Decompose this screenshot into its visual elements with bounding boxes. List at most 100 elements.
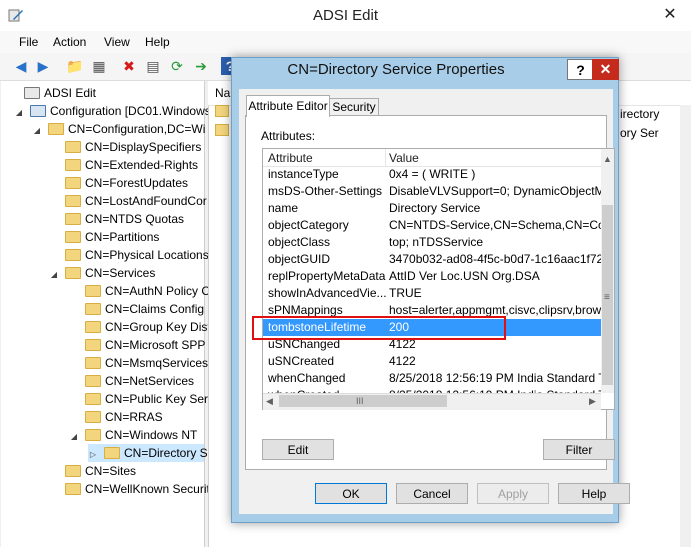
tree-node[interactable]: CN=Physical Locations [49,246,209,264]
tree-node[interactable]: CN=Sites [49,462,136,480]
folder-icon [85,321,101,333]
attribute-row[interactable]: showInAdvancedVie... TRUE [263,285,601,302]
show-hide-console-tree-icon[interactable]: ▦ [90,57,108,75]
folder-icon [65,231,81,243]
column-value[interactable]: Value [389,151,419,165]
attribute-row[interactable]: whenChanged 8/25/2018 12:56:19 PM India S… [263,370,601,387]
help-button[interactable]: Help [558,483,630,504]
dialog-close-button[interactable]: ✕ [592,59,619,80]
folder-icon [65,249,81,261]
tab-attribute-editor[interactable]: Attribute Editor [246,95,330,117]
tree-node-label: CN=Physical Locations [85,248,209,262]
tree-node[interactable]: CN=LostAndFoundCor [49,192,207,210]
expander-icon[interactable]: ◢ [49,266,59,284]
column-divider[interactable] [385,149,386,166]
tree-node[interactable]: CN=DisplaySpecifiers [49,138,201,156]
attribute-row[interactable]: objectClass top; nTDSService [263,234,601,251]
attribute-value: 0x4 = ( WRITE ) [389,167,476,181]
attribute-row[interactable]: instanceType 0x4 = ( WRITE ) [263,166,601,183]
folder-icon [65,465,81,477]
apply-button[interactable]: Apply [477,483,549,504]
forward-arrow-icon[interactable]: ▶ [34,57,52,75]
tree-node-label: CN=Extended-Rights [85,158,199,172]
tree-node-label: Configuration [DC01.Windows [50,104,211,118]
expander-icon[interactable]: ◢ [32,122,42,140]
scroll-up-arrow-icon[interactable]: ▲ [603,154,612,164]
scroll-right-arrow-icon[interactable]: ▶ [589,396,596,407]
attribute-row[interactable]: name Directory Service [263,200,601,217]
tree-node-label: CN=NTDS Quotas [85,212,185,226]
back-arrow-icon[interactable]: ◀ [12,57,30,75]
tree-node[interactable]: CN=RRAS [69,408,163,426]
tree-node[interactable]: CN=ForestUpdates [49,174,188,192]
tree-node[interactable]: CN=NetServices [69,372,194,390]
ok-button[interactable]: OK [315,483,387,504]
attribute-row[interactable]: objectCategory CN=NTDS-Service,CN=Schema,… [263,217,601,234]
tree-node[interactable]: CN=MsmqServices [69,354,208,372]
tree-node-label: CN=Directory S [124,446,208,460]
attribute-row[interactable]: msDS-Other-Settings DisableVLVSupport=0; … [263,183,601,200]
tree-node-label: CN=Services [85,266,156,280]
cancel-button[interactable]: Cancel [396,483,468,504]
tree-node[interactable]: CN=Partitions [49,228,159,246]
scroll-left-arrow-icon[interactable]: ◀ [266,396,273,407]
expander-icon[interactable]: ◢ [14,104,24,122]
dialog-title: CN=Directory Service Properties [287,61,505,78]
export-list-icon[interactable]: ➔ [192,57,210,75]
folder-icon [104,447,120,459]
tree-node[interactable]: ◢ Configuration [DC01.Windows [14,102,211,120]
details-item[interactable]: ory Ser [620,126,659,140]
tree-node[interactable]: CN=Group Key Dist [69,318,211,336]
folder-icon [215,124,229,136]
menu-view[interactable]: View [104,35,130,49]
folder-icon [85,411,101,423]
menu-help[interactable]: Help [145,35,170,49]
tree-node[interactable]: CN=Claims Config [69,300,204,318]
refresh-icon[interactable]: ⟳ [168,57,186,75]
attribute-row[interactable]: replPropertyMetaData AttID Ver Loc.USN Or… [263,268,601,285]
tree-node[interactable]: ◢ CN=Services [49,264,155,282]
details-scrollbar[interactable] [680,105,691,547]
attribute-name: instanceType [268,167,339,181]
attribute-name: whenChanged [268,371,346,385]
window-close-button[interactable]: ✕ [656,4,684,26]
details-column-name[interactable]: Na [215,86,230,100]
tree-node[interactable]: CN=Public Key Serv [69,390,214,408]
hscroll-grip-icon: III [356,396,364,406]
up-folder-icon[interactable]: 📁 [66,57,84,75]
tree-node-label: ADSI Edit [44,86,97,100]
attribute-row[interactable]: objectGUID 3470b032-ad08-4f5c-b0d7-1c16aa… [263,251,601,268]
column-attribute[interactable]: Attribute [268,151,313,165]
folder-icon [85,375,101,387]
menu-action[interactable]: Action [53,35,86,49]
tree-node-label: CN=Sites [85,464,137,478]
attribute-value: 4122 [389,354,416,368]
tree-node-label: CN=DisplaySpecifiers [85,140,202,154]
tree-node[interactable]: CN=Microsoft SPP [69,336,205,354]
folder-icon [85,393,101,405]
filter-button[interactable]: Filter [543,439,615,460]
expander-icon[interactable]: ◢ [69,428,79,446]
tree-node[interactable]: CN=NTDS Quotas [49,210,184,228]
tree-node-label: CN=Windows NT [105,428,198,442]
dialog-help-button[interactable]: ? [567,59,594,80]
tree-node[interactable]: CN=Extended-Rights [49,156,198,174]
folder-icon [85,303,101,315]
tree-node[interactable]: ▷ CN=Directory S [88,444,208,462]
attribute-name: showInAdvancedVie... [268,286,386,300]
tree-node[interactable]: CN=AuthN Policy C [69,282,210,300]
tree-node[interactable]: ADSI Edit [8,84,96,102]
edit-button[interactable]: Edit [262,439,334,460]
tree-node[interactable]: ◢ CN=Windows NT [69,426,197,444]
tree-node[interactable]: CN=WellKnown Securit [49,480,210,498]
tree-node-label: CN=Partitions [85,230,160,244]
menu-file[interactable]: File [19,35,38,49]
tree-node[interactable]: ◢ CN=Configuration,DC=Wi [32,120,205,138]
attribute-name: name [268,201,299,215]
attribute-value: top; nTDSService [389,235,484,249]
folder-icon [65,483,81,495]
attribute-row[interactable]: uSNCreated 4122 [263,353,601,370]
delete-icon[interactable]: ✖ [120,57,138,75]
details-item[interactable]: irectory [620,107,659,121]
properties-icon[interactable]: ▤ [144,57,162,75]
